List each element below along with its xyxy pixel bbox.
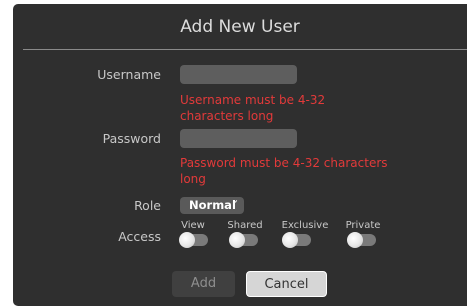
toggle-knob (179, 232, 195, 248)
access-exclusive-toggle[interactable] (282, 232, 311, 248)
access-view-toggle[interactable] (179, 232, 208, 248)
title-divider (23, 49, 467, 50)
access-private-toggle[interactable] (347, 232, 376, 248)
toggle-knob (347, 232, 363, 248)
access-label: Access (118, 229, 161, 244)
toggle-knob (229, 232, 245, 248)
username-error: Username must be 4-32 characters long (180, 93, 326, 123)
chevron-down-icon: ˅ (233, 200, 238, 211)
toggle-knob (282, 232, 298, 248)
add-user-dialog: Add New User Username Username must be 4… (13, 4, 467, 306)
access-exclusive-label: Exclusive (281, 220, 329, 231)
username-label: Username (97, 67, 161, 82)
role-select[interactable]: Normal ˅ (180, 197, 244, 214)
access-private-label: Private (345, 220, 381, 231)
access-shared-label: Shared (227, 220, 263, 231)
add-button[interactable]: Add (172, 271, 235, 297)
password-error: Password must be 4-32 characters long (180, 156, 388, 186)
dialog-title: Add New User (180, 17, 300, 37)
role-label: Role (134, 198, 161, 213)
role-selected-value: Normal (189, 198, 236, 212)
password-input[interactable] (180, 129, 297, 148)
username-input[interactable] (180, 65, 297, 84)
access-view-label: View (181, 220, 205, 231)
cancel-button[interactable]: Cancel (246, 271, 327, 297)
password-label: Password (102, 131, 161, 146)
access-shared-toggle[interactable] (229, 232, 258, 248)
